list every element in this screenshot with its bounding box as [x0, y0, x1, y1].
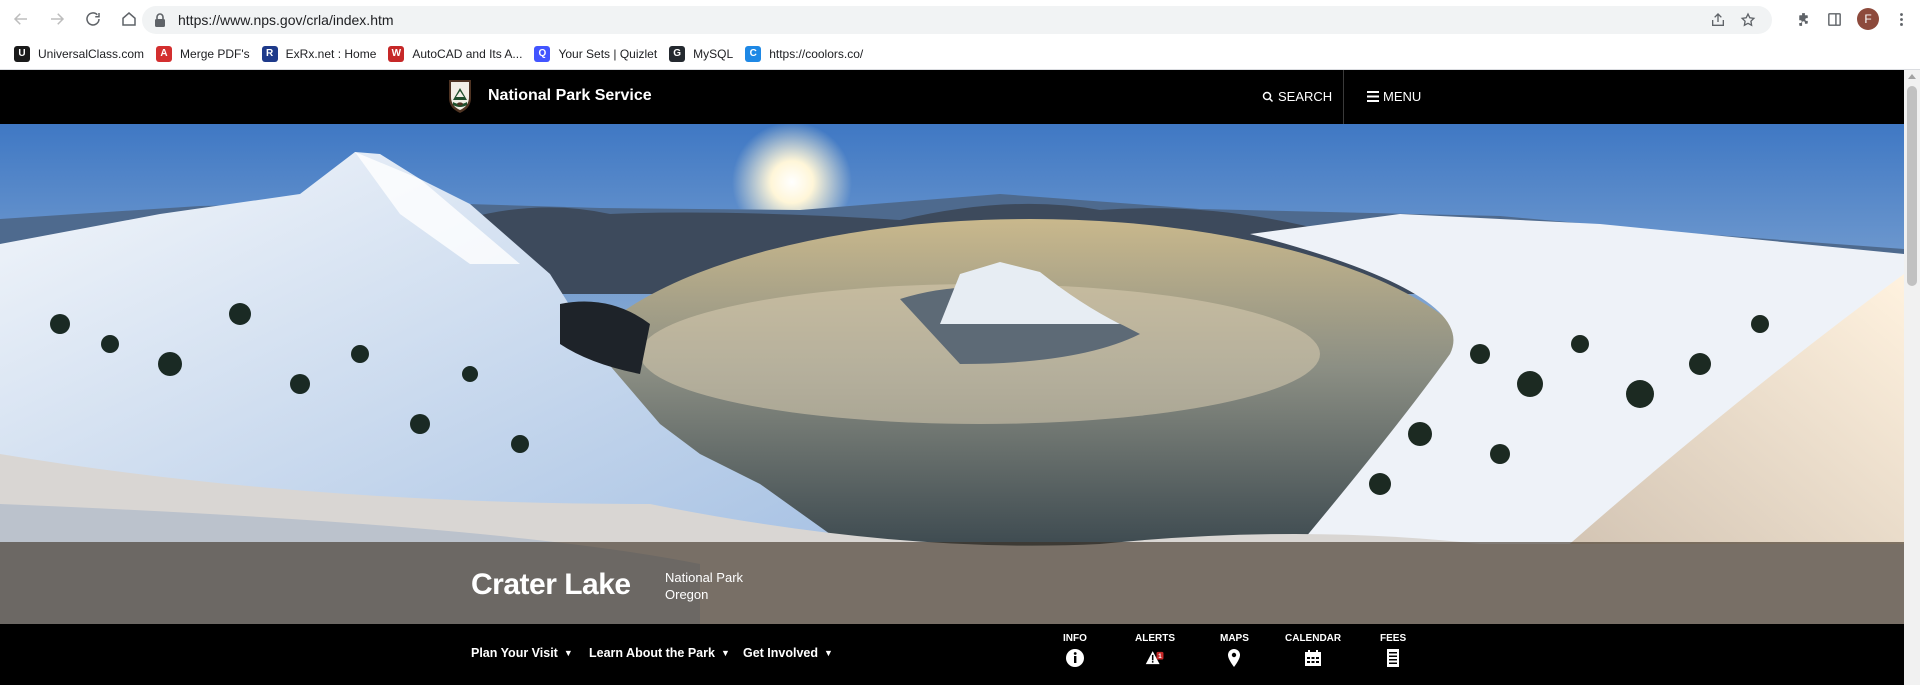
bookmark-item[interactable]: U UniversalClass.com: [12, 41, 154, 67]
scroll-thumb[interactable]: [1907, 86, 1917, 286]
bookmark-item[interactable]: Q Your Sets | Quizlet: [532, 41, 667, 67]
profile-avatar[interactable]: F: [1857, 8, 1879, 30]
park-name[interactable]: Crater Lake: [471, 568, 631, 602]
runner-icon: R: [261, 45, 278, 62]
info-icon: [1065, 649, 1084, 667]
lock-icon: [155, 13, 165, 27]
bookmark-label: MySQL: [693, 46, 734, 61]
receipt-icon: [1387, 649, 1400, 667]
menu-button[interactable]: MENU: [1367, 89, 1421, 104]
bookmark-star-icon[interactable]: [1740, 12, 1756, 28]
bookmark-label: UniversalClass.com: [38, 46, 145, 61]
browser-toolbar: https://www.nps.gov/crla/index.htm F: [0, 0, 1920, 38]
site-title[interactable]: National Park Service: [488, 87, 652, 105]
forward-arrow-icon: [51, 13, 65, 25]
bookmark-label: Your Sets | Quizlet: [558, 46, 658, 61]
home-button[interactable]: [114, 4, 144, 34]
home-icon: [122, 12, 136, 26]
scroll-up-arrow-icon[interactable]: [1908, 74, 1916, 79]
bookmark-item[interactable]: W AutoCAD and Its A...: [386, 41, 532, 67]
bookmark-item[interactable]: A Merge PDF's: [154, 41, 260, 67]
caret-down-icon: ▼: [563, 648, 573, 658]
quick-link-maps[interactable]: MAPS: [1220, 633, 1249, 668]
nav-learn-about-the-park[interactable]: Learn About the Park ▼: [589, 646, 730, 660]
alerts-count-badge: 1: [1158, 653, 1162, 660]
pdf-icon: A: [156, 45, 173, 62]
hamburger-icon: [1367, 91, 1379, 102]
bookmarks-bar: U UniversalClass.com A Merge PDF's R ExRx.net…: [0, 38, 1920, 70]
quizlet-icon: Q: [534, 45, 551, 62]
calendar-icon: [1305, 650, 1322, 666]
page-scrollbar[interactable]: [1904, 70, 1920, 685]
bookmark-item[interactable]: Chttps://coolors.co/: [743, 41, 873, 67]
bookmark-label: ExRx.net : Home: [285, 46, 377, 61]
caret-down-icon: ▼: [720, 648, 730, 658]
back-arrow-icon: [13, 13, 27, 25]
calendar-label: CALENDAR: [1285, 633, 1342, 644]
alerts-label: ALERTS: [1135, 633, 1175, 644]
park-title-band: [0, 542, 1904, 624]
bookmark-label: https://coolors.co/: [769, 46, 864, 61]
park-nav-bar: Plan Your Visit ▼ Learn About the Park ▼…: [0, 624, 1904, 685]
nav-learn-label: Learn About the Park: [589, 646, 715, 660]
github-icon: G: [669, 45, 686, 62]
nav-plan-your-visit-label: Plan Your Visit: [471, 646, 558, 660]
menu-label: MENU: [1383, 89, 1422, 104]
quick-link-alerts[interactable]: ALERTS 1: [1135, 633, 1175, 668]
address-bar[interactable]: https://www.nps.gov/crla/index.htm: [142, 6, 1772, 34]
nps-header: National Park Service SEARCH MENU: [0, 70, 1904, 124]
caret-down-icon: ▼: [824, 648, 833, 658]
fees-label: FEES: [1380, 633, 1407, 644]
share-icon[interactable]: [1710, 12, 1726, 28]
quick-link-info[interactable]: INFO: [1063, 633, 1087, 668]
header-divider: [1343, 70, 1344, 124]
bookmark-item[interactable]: G MySQL: [667, 41, 743, 67]
reload-button[interactable]: [78, 4, 108, 34]
reload-icon: [86, 12, 100, 26]
back-button[interactable]: [6, 4, 36, 34]
park-state: Oregon: [665, 587, 709, 602]
maps-label: MAPS: [1220, 633, 1249, 644]
chart-icon: W: [388, 45, 405, 62]
nav-plan-your-visit[interactable]: Plan Your Visit ▼: [471, 646, 573, 660]
bookmark-label: Merge PDF's: [180, 46, 250, 61]
forward-button[interactable]: [42, 4, 72, 34]
park-type: National Park: [665, 570, 744, 585]
bookmark-label: AutoCAD and Its A...: [412, 46, 523, 61]
info-label: INFO: [1063, 633, 1087, 644]
quick-link-calendar[interactable]: CALENDAR: [1285, 633, 1341, 668]
universalclass-icon: U: [14, 45, 30, 62]
search-icon: [1262, 91, 1274, 102]
map-pin-icon: [1228, 649, 1241, 667]
hero-banner: Crater Lake National Park Oregon: [0, 124, 1904, 624]
park-designation: National Park Oregon: [665, 569, 743, 603]
address-url: https://www.nps.gov/crla/index.htm: [178, 12, 394, 28]
nps-arrowhead-logo-icon[interactable]: [447, 78, 473, 114]
nav-get-involved-label: Get Involved: [743, 646, 819, 660]
search-label: SEARCH: [1278, 89, 1333, 104]
kebab-menu-icon[interactable]: [1893, 11, 1910, 28]
nav-get-involved[interactable]: Get Involved ▼: [743, 646, 833, 660]
bookmark-item[interactable]: R ExRx.net : Home: [260, 41, 387, 67]
search-button[interactable]: SEARCH: [1262, 89, 1332, 104]
coolors-icon: C: [745, 45, 762, 62]
quick-link-fees[interactable]: FEES: [1380, 633, 1406, 668]
alert-triangle-icon: 1: [1145, 651, 1164, 665]
extensions-icon[interactable]: [1795, 11, 1812, 28]
side-panel-icon[interactable]: [1826, 11, 1843, 28]
